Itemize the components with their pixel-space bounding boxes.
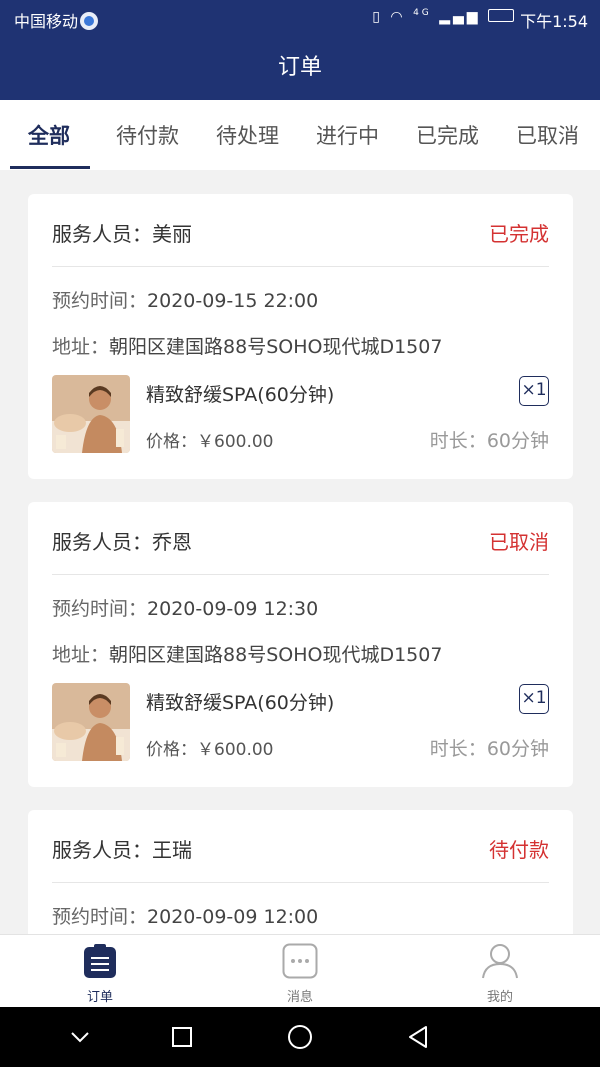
address: 朝阳区建国路88号SOHO现代城D1507 bbox=[109, 644, 443, 666]
order-card[interactable]: 服务人员：乔恩 已取消 预约时间：2020-09-09 12:30 地址：朝阳区… bbox=[28, 502, 573, 787]
tab-completed[interactable]: 已完成 bbox=[416, 120, 479, 150]
chevron-down-icon bbox=[71, 1032, 89, 1043]
clipboard-list-icon bbox=[84, 944, 116, 978]
duration-row: 时长：60分钟 bbox=[429, 430, 549, 452]
order-tabs: 全部 待付款 待处理 进行中 已完成 已取消 bbox=[0, 100, 600, 170]
network-type: 4G bbox=[413, 8, 432, 18]
service-thumbnail bbox=[52, 375, 130, 453]
staff-row: 服务人员：美丽 bbox=[52, 222, 192, 246]
status-icons: ▯ ◠ 4G ▂▄▆ bbox=[372, 8, 514, 25]
divider bbox=[52, 882, 549, 883]
service-name: 精致舒缓SPA(60分钟) bbox=[146, 692, 335, 714]
clock: 下午1:54 bbox=[520, 12, 588, 31]
user-icon bbox=[482, 944, 518, 979]
staff-row: 服务人员：王瑞 bbox=[52, 838, 192, 862]
staff-name: 美丽 bbox=[152, 222, 192, 246]
staff-name: 王瑞 bbox=[152, 838, 192, 862]
page-title: 订单 bbox=[277, 55, 322, 80]
bottom-tab-bar: 订单 消息 我的 bbox=[0, 934, 600, 1007]
status-bar: 中国移动 ▯ ◠ 4G ▂▄▆ 下午1:54 bbox=[0, 0, 600, 36]
service-name: 精致舒缓SPA(60分钟) bbox=[146, 384, 335, 406]
order-list[interactable]: 服务人员：美丽 已完成 预约时间：2020-09-15 22:00 地址：朝阳区… bbox=[0, 170, 600, 934]
chat-bubble-icon bbox=[282, 943, 318, 979]
wifi-icon: ◠ bbox=[390, 9, 406, 25]
signal-icon: ▂▄▆ bbox=[439, 9, 481, 25]
quantity-badge: ×1 bbox=[519, 376, 549, 406]
appointment-time: 2020-09-09 12:00 bbox=[147, 906, 319, 928]
bottom-tab-orders[interactable]: 订单 bbox=[60, 943, 140, 1005]
carrier-label: 中国移动 bbox=[14, 8, 99, 32]
divider bbox=[52, 266, 549, 267]
triangle-back-icon bbox=[409, 1026, 427, 1048]
duration-row: 时长：60分钟 bbox=[429, 738, 549, 760]
order-card[interactable]: 服务人员：王瑞 待付款 预约时间：2020-09-09 12:00 bbox=[28, 810, 573, 934]
tab-cancelled[interactable]: 已取消 bbox=[516, 120, 579, 150]
staff-row: 服务人员：乔恩 bbox=[52, 530, 192, 554]
back-button[interactable] bbox=[402, 1021, 434, 1053]
circle-icon bbox=[288, 1025, 312, 1049]
recents-button[interactable] bbox=[166, 1021, 198, 1053]
order-card[interactable]: 服务人员：美丽 已完成 预约时间：2020-09-15 22:00 地址：朝阳区… bbox=[28, 194, 573, 479]
active-tab-indicator bbox=[10, 166, 90, 169]
home-button[interactable] bbox=[284, 1021, 316, 1053]
carrier-badge-icon bbox=[80, 12, 99, 30]
address: 朝阳区建国路88号SOHO现代城D1507 bbox=[109, 336, 443, 358]
price-row: 价格：￥600.00 bbox=[146, 740, 274, 760]
hide-keyboard-button[interactable] bbox=[64, 1021, 96, 1053]
appointment-time: 2020-09-09 12:30 bbox=[147, 598, 319, 620]
bottom-tab-messages[interactable]: 消息 bbox=[260, 943, 340, 1005]
price-row: 价格：￥600.00 bbox=[146, 432, 274, 452]
tab-in-progress[interactable]: 进行中 bbox=[316, 120, 379, 150]
bottom-tab-profile[interactable]: 我的 bbox=[460, 943, 540, 1005]
appointment-time-row: 预约时间：2020-09-15 22:00 bbox=[52, 290, 319, 312]
status-badge: 已取消 bbox=[489, 530, 549, 554]
square-icon bbox=[172, 1027, 192, 1047]
tab-pending-process[interactable]: 待处理 bbox=[216, 120, 279, 150]
battery-icon bbox=[488, 9, 514, 22]
tab-pending-payment[interactable]: 待付款 bbox=[116, 120, 179, 150]
tab-all[interactable]: 全部 bbox=[28, 120, 70, 150]
header-bar: 订单 bbox=[0, 36, 600, 100]
quantity-badge: ×1 bbox=[519, 684, 549, 714]
appointment-time: 2020-09-15 22:00 bbox=[147, 290, 319, 312]
status-badge: 已完成 bbox=[489, 222, 549, 246]
system-nav-bar bbox=[0, 1007, 600, 1067]
price-value: ￥600.00 bbox=[197, 740, 274, 760]
appointment-time-row: 预约时间：2020-09-09 12:30 bbox=[52, 598, 319, 620]
address-row: 地址：朝阳区建国路88号SOHO现代城D1507 bbox=[52, 644, 443, 666]
divider bbox=[52, 574, 549, 575]
vibrate-icon: ▯ bbox=[372, 9, 383, 25]
duration-value: 60分钟 bbox=[486, 430, 549, 452]
duration-value: 60分钟 bbox=[486, 738, 549, 760]
address-row: 地址：朝阳区建国路88号SOHO现代城D1507 bbox=[52, 336, 443, 358]
appointment-time-row: 预约时间：2020-09-09 12:00 bbox=[52, 906, 319, 928]
staff-name: 乔恩 bbox=[152, 530, 192, 554]
price-value: ￥600.00 bbox=[197, 432, 274, 452]
service-thumbnail bbox=[52, 683, 130, 761]
status-badge: 待付款 bbox=[489, 838, 549, 862]
